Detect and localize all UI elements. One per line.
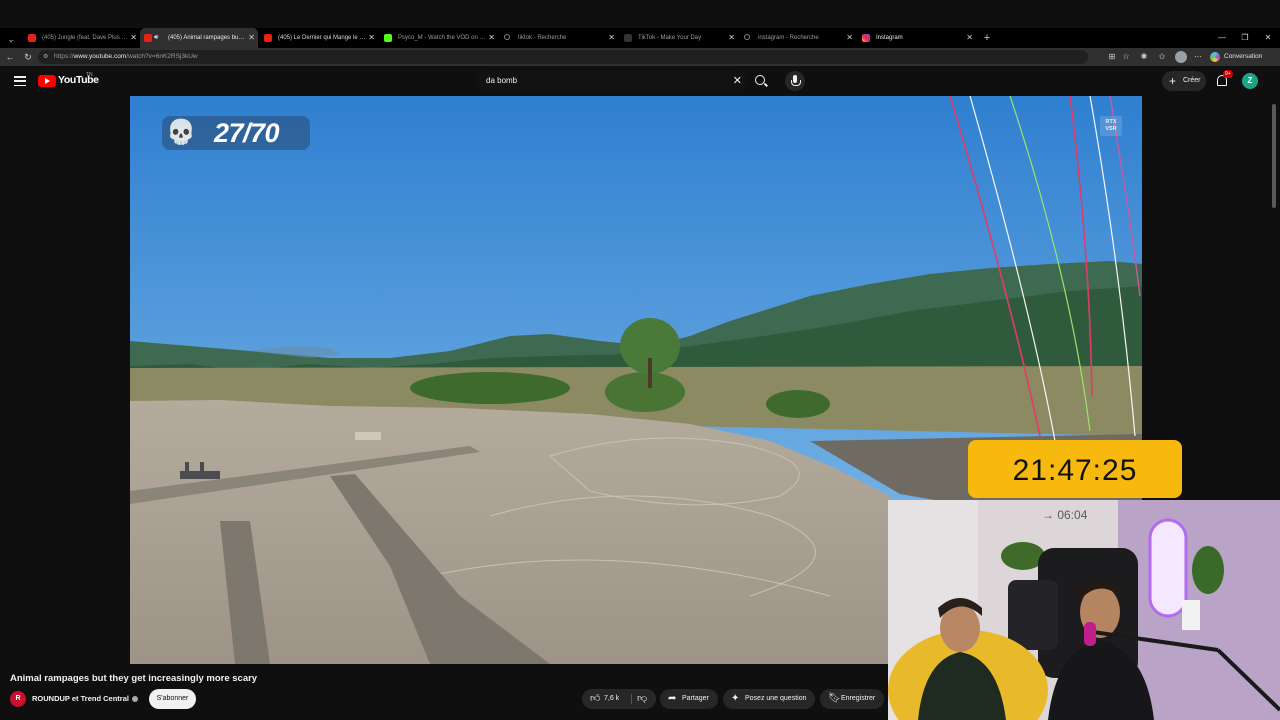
webcam-scene	[888, 500, 1280, 720]
video-title: Animal rampages but they get increasingl…	[10, 673, 258, 684]
profile-icon[interactable]	[1175, 51, 1187, 63]
rtx-vsr-badge: RTX VSR	[1100, 116, 1122, 136]
close-tab-icon[interactable]: ✕	[248, 28, 255, 48]
voice-search-icon[interactable]	[785, 71, 805, 91]
close-tab-icon[interactable]: ✕	[728, 28, 735, 48]
channel-name[interactable]: ROUNDUP et Trend Central	[32, 694, 138, 703]
extensions-icon[interactable]: ✱	[1138, 51, 1150, 63]
page-scrollbar[interactable]	[1270, 96, 1278, 500]
notifications-bell-icon[interactable]: 9+	[1215, 70, 1233, 88]
stream-clock-overlay: 21:47:25	[968, 440, 1182, 498]
close-tab-icon[interactable]: ✕	[966, 28, 973, 48]
minimize-button[interactable]: —	[1212, 28, 1232, 48]
browser-tab[interactable]: Instagram ✕	[856, 28, 976, 48]
share-arrow-icon: ➦	[668, 693, 677, 704]
webcam-overlay: → 06:04	[888, 500, 1280, 720]
favorites-icon[interactable]: ✩	[1156, 51, 1168, 63]
like-divider	[631, 694, 632, 704]
channel-avatar[interactable]: R	[10, 691, 26, 707]
browser-tab[interactable]: instagram - Recherche ✕	[738, 28, 856, 48]
kick-favicon-icon	[384, 34, 392, 42]
close-tab-icon[interactable]: ✕	[488, 28, 495, 48]
new-tab-button[interactable]: +	[980, 28, 994, 48]
video-info-bar: Animal rampages but they get increasingl…	[0, 664, 888, 720]
plus-icon: +	[1169, 74, 1177, 88]
browser-toolbar: ← ↻ ⚙ https://www.youtube.com/watch?v=6n…	[0, 48, 1280, 66]
browser-tab[interactable]: Psyco_M - Watch the VOD on Kick ✕	[378, 28, 498, 48]
skull-icon: 💀	[166, 119, 196, 146]
youtube-favicon-icon	[144, 34, 152, 42]
audio-playing-icon[interactable]: 🔊︎	[154, 28, 158, 48]
more-menu-icon[interactable]: ⋯	[1192, 51, 1204, 63]
close-tab-icon[interactable]: ✕	[846, 28, 853, 48]
favorite-star-icon[interactable]: ☆	[1120, 51, 1132, 63]
close-tab-icon[interactable]: ✕	[608, 28, 615, 48]
search-icon[interactable]	[750, 71, 772, 91]
close-window-button[interactable]: ✕	[1258, 28, 1278, 48]
address-bar[interactable]: ⚙ https://www.youtube.com/watch?v=6nK2RS…	[38, 50, 1088, 64]
youtube-header: YouTube TN da bomb ✕ + Créer 9+ Z	[0, 66, 1280, 96]
bookmark-icon: 🔖︎	[828, 693, 841, 704]
save-button[interactable]: 🔖︎ Enregistrer	[820, 689, 884, 709]
search-input[interactable]: da bomb ✕	[476, 71, 748, 91]
search-favicon-icon	[744, 34, 750, 40]
notification-badge: 9+	[1223, 70, 1233, 78]
browser-tab-strip: ⌄ (405) Jungle (feat. Dave Plus & Sv ✕ 🔊…	[0, 28, 1280, 48]
share-button[interactable]: ➦ Partager	[660, 689, 718, 709]
browser-tab-active[interactable]: 🔊︎ (405) Animal rampages but th ✕	[140, 28, 258, 48]
scrollbar-thumb[interactable]	[1272, 104, 1276, 208]
restore-button[interactable]: ❐	[1235, 28, 1255, 48]
sparkle-icon: ✦	[731, 693, 740, 704]
thumbs-up-icon[interactable]: 👍︎	[590, 689, 600, 709]
browser-tab[interactable]: tiktok - Recherche ✕	[498, 28, 618, 48]
ask-question-button[interactable]: ✦ Posez une question	[723, 689, 815, 709]
browser-tab[interactable]: TikTok - Make Your Day ✕	[618, 28, 738, 48]
close-tab-icon[interactable]: ✕	[130, 28, 137, 48]
browser-tab[interactable]: (405) Jungle (feat. Dave Plus & Sv ✕	[22, 28, 140, 48]
progress-counter-overlay: 💀 27/70	[162, 116, 310, 150]
app-available-icon[interactable]: ⊞	[1106, 51, 1118, 63]
thumbs-down-icon[interactable]: 👎︎	[637, 689, 647, 709]
search-favicon-icon	[504, 34, 510, 40]
back-arrow-icon[interactable]: ←	[3, 50, 17, 64]
instagram-favicon-icon	[862, 34, 870, 42]
youtube-favicon-icon	[264, 34, 272, 42]
like-count[interactable]: 7,6 k	[604, 689, 619, 709]
youtube-play-icon	[38, 75, 56, 87]
subscribe-button[interactable]: S'abonner	[149, 689, 196, 709]
clear-search-icon[interactable]: ✕	[733, 71, 742, 91]
copilot-button[interactable]: Conversation	[1210, 51, 1262, 63]
close-tab-icon[interactable]: ✕	[368, 28, 375, 48]
webcam-timer: → 06:04	[1042, 508, 1088, 522]
tab-search-icon[interactable]: ⌄	[4, 32, 18, 46]
site-info-icon[interactable]: ⚙	[43, 50, 48, 64]
account-avatar[interactable]: Z	[1242, 73, 1258, 89]
reload-icon[interactable]: ↻	[21, 50, 35, 64]
menu-icon[interactable]	[14, 76, 26, 87]
youtube-favicon-icon	[28, 34, 36, 42]
like-dislike-group: 👍︎ 7,6 k 👎︎	[582, 689, 656, 709]
copilot-icon	[1210, 52, 1220, 62]
browser-tab[interactable]: (405) Le Dernier qui Mange le Pim ✕	[258, 28, 378, 48]
verified-icon	[131, 696, 138, 703]
create-button[interactable]: + Créer	[1162, 71, 1206, 91]
tiktok-favicon-icon	[624, 34, 632, 42]
